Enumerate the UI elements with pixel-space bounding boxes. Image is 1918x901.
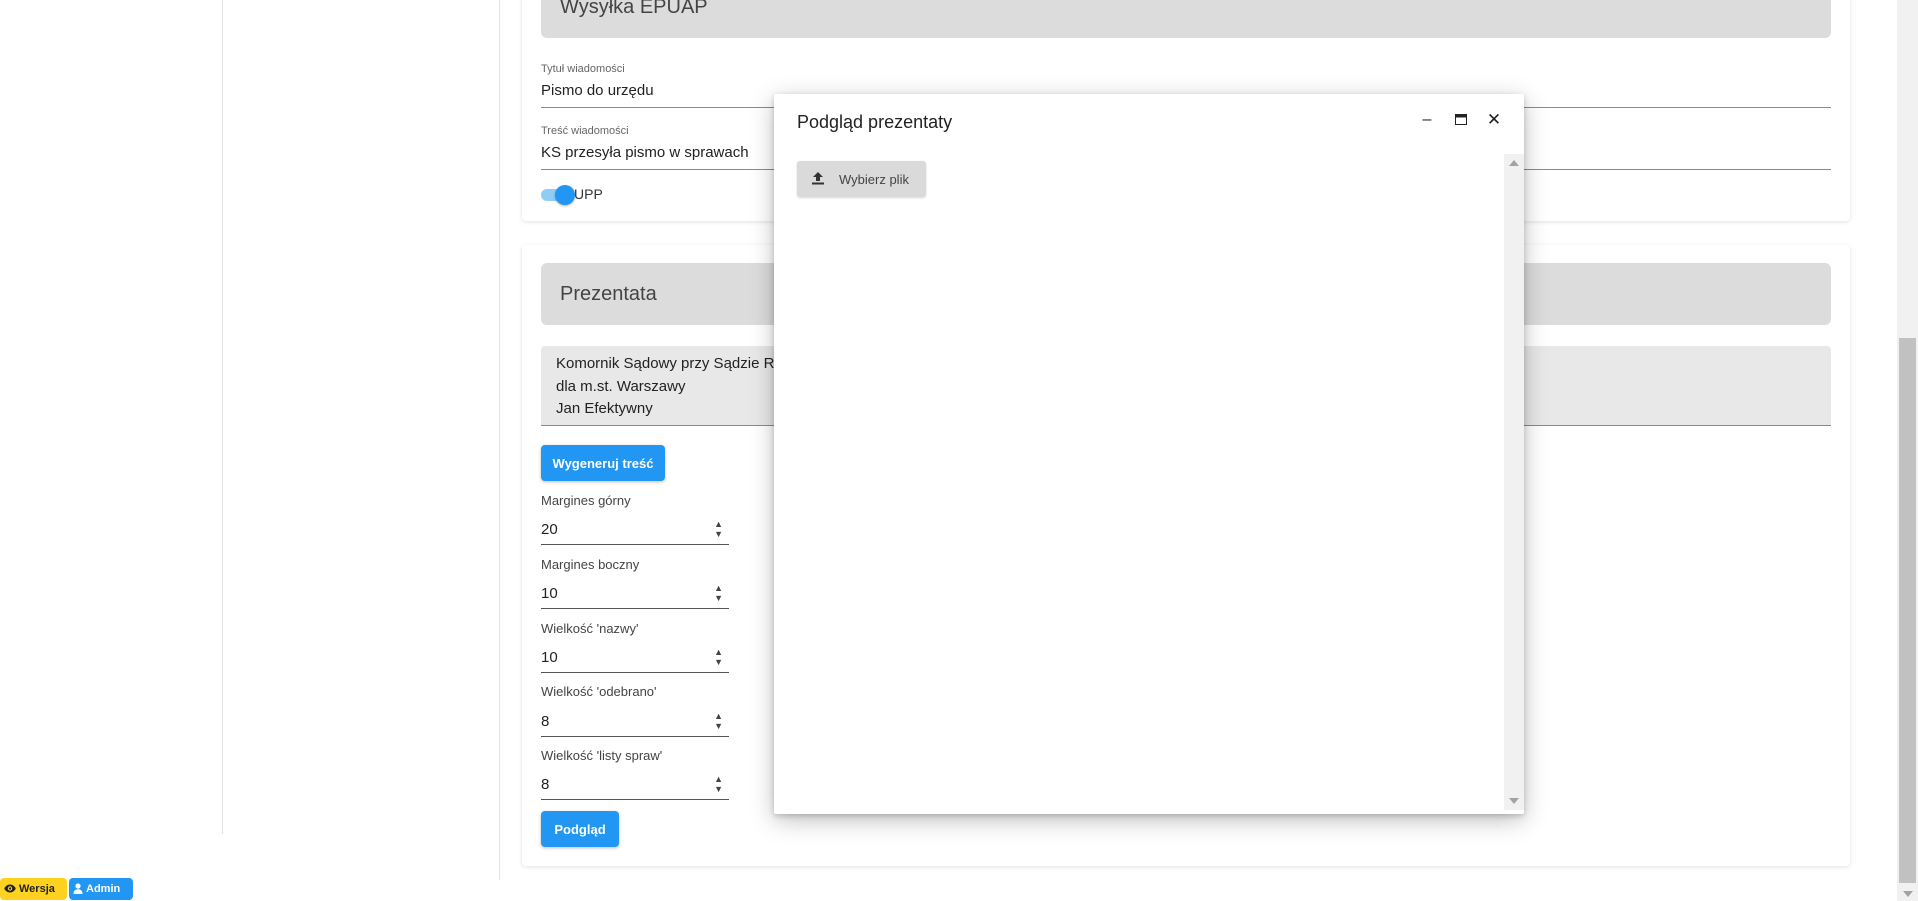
generate-content-button[interactable]: Wygeneruj treść: [541, 445, 665, 481]
dialog-content: [774, 154, 1504, 814]
choose-file-button[interactable]: Wybierz plik: [797, 161, 926, 197]
close-icon[interactable]: ✕: [1484, 110, 1504, 130]
choose-file-label: Wybierz plik: [839, 172, 909, 187]
version-badge-label: Wersja: [19, 883, 55, 895]
user-icon: [73, 882, 83, 894]
received-size-input[interactable]: [541, 708, 691, 734]
name-size-input[interactable]: [541, 644, 691, 670]
case-list-size-label: Wielkość 'listy spraw': [541, 748, 663, 763]
epuap-section-header: Wysyłka EPUAP: [541, 0, 1831, 38]
upp-toggle-label: UPP: [574, 186, 603, 202]
admin-badge[interactable]: Admin: [69, 878, 133, 900]
sidebar-divider: [222, 0, 223, 834]
version-badge[interactable]: Wersja: [0, 878, 67, 900]
eye-icon: [4, 884, 16, 893]
preview-button[interactable]: Podgląd: [541, 811, 619, 847]
maximize-icon[interactable]: [1451, 110, 1471, 130]
scroll-up-icon[interactable]: [1509, 160, 1519, 166]
case-list-size-spinner[interactable]: ▲ ▼: [714, 774, 723, 794]
margin-side-input[interactable]: [541, 580, 691, 606]
name-size-spinner[interactable]: ▲ ▼: [714, 647, 723, 667]
name-size-label: Wielkość 'nazwy': [541, 621, 639, 636]
margin-top-label: Margines górny: [541, 493, 631, 508]
name-size-field[interactable]: ▲▼: [541, 644, 729, 673]
upp-toggle-thumb: [555, 185, 575, 205]
received-size-field[interactable]: ▲▼: [541, 708, 729, 737]
margin-side-label: Margines boczny: [541, 557, 640, 572]
admin-badge-label: Admin: [86, 883, 121, 895]
margin-top-field[interactable]: ▲▼: [541, 516, 729, 545]
upp-toggle[interactable]: [541, 184, 575, 205]
upload-icon: [811, 171, 825, 188]
minimize-icon[interactable]: –: [1417, 110, 1437, 130]
page-scroll-down-icon[interactable]: [1903, 891, 1913, 897]
received-size-spinner[interactable]: ▲ ▼: [714, 711, 723, 731]
message-title-label: Tytuł wiadomości: [541, 63, 625, 75]
content-divider: [499, 0, 500, 880]
dialog-scrollbar[interactable]: [1504, 154, 1524, 810]
received-size-label: Wielkość 'odebrano': [541, 684, 657, 699]
page-scrollbar[interactable]: [1897, 0, 1918, 901]
dialog-title: Podgląd prezentaty: [797, 112, 953, 132]
margin-top-input[interactable]: [541, 516, 691, 542]
margin-side-spinner[interactable]: ▲ ▼: [714, 583, 723, 603]
preview-dialog: Podgląd prezentaty – ✕ Wybierz plik: [774, 94, 1524, 814]
scroll-down-icon[interactable]: [1509, 798, 1519, 804]
margin-side-field[interactable]: ▲▼: [541, 580, 729, 609]
case-list-size-field[interactable]: ▲▼: [541, 771, 729, 800]
margin-top-spinner[interactable]: ▲ ▼: [714, 519, 723, 539]
case-list-size-input[interactable]: [541, 771, 691, 797]
page-scrollbar-thumb[interactable]: [1899, 338, 1916, 883]
